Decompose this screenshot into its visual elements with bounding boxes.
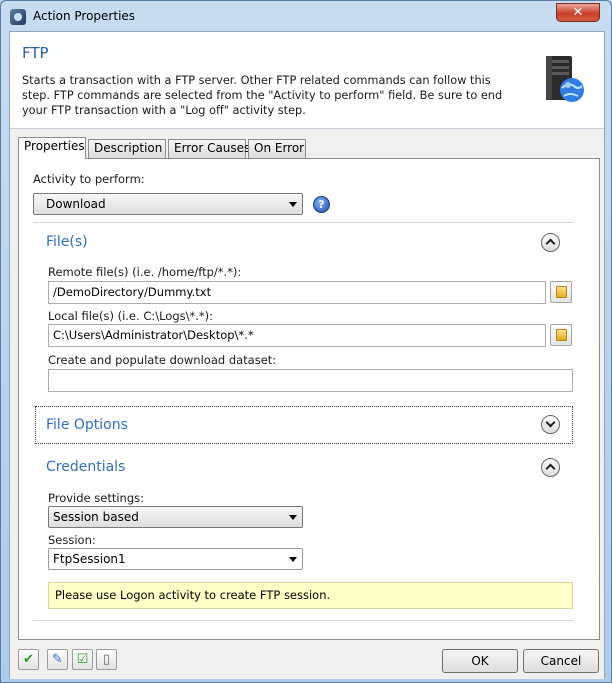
- folder-icon: [556, 329, 567, 341]
- remote-files-input[interactable]: /DemoDirectory/Dummy.txt: [48, 281, 546, 304]
- tab-error-causes[interactable]: Error Causes: [168, 139, 250, 158]
- tab-properties[interactable]: Properties: [18, 137, 86, 159]
- tab-description[interactable]: Description: [88, 139, 166, 158]
- provide-settings-dropdown[interactable]: Session based: [48, 506, 303, 528]
- remote-browse-button[interactable]: [550, 281, 572, 303]
- dataset-input[interactable]: [48, 369, 573, 392]
- check-icon[interactable]: ✔: [18, 649, 39, 670]
- provide-settings-value: Session based: [53, 510, 139, 524]
- file-options-section[interactable]: File Options: [35, 406, 573, 444]
- edit-icon[interactable]: ✎: [47, 649, 68, 670]
- dataset-label: Create and populate download dataset:: [48, 353, 277, 367]
- dialog-body: Properties Description Error Causes On E…: [10, 129, 604, 679]
- close-button[interactable]: ✕: [556, 3, 600, 22]
- properties-panel: Activity to perform: Download ? File(s) …: [18, 158, 600, 640]
- title-bar[interactable]: Action Properties ✕: [1, 1, 611, 31]
- chevron-down-icon: [289, 515, 297, 520]
- window-title: Action Properties: [33, 9, 136, 23]
- provide-settings-label: Provide settings:: [48, 491, 145, 505]
- activity-label: Activity to perform:: [33, 172, 145, 186]
- app-icon: [10, 9, 26, 25]
- folder-icon: [556, 286, 567, 298]
- action-properties-window: Action Properties ✕ FTP Starts a transac…: [0, 0, 612, 683]
- ftp-server-globe-icon: [546, 56, 584, 102]
- activity-dropdown[interactable]: Download: [33, 193, 303, 215]
- dialog-header: FTP Starts a transaction with a FTP serv…: [10, 32, 604, 128]
- session-label: Session:: [48, 533, 96, 547]
- activity-value: Download: [46, 197, 106, 211]
- files-collapse-button[interactable]: [541, 233, 560, 252]
- session-info-message: Please use Logon activity to create FTP …: [48, 582, 573, 609]
- ok-button[interactable]: OK: [442, 649, 518, 673]
- header-description: Starts a transaction with a FTP server. …: [22, 74, 503, 117]
- local-files-input[interactable]: C:\Users\Administrator\Desktop\*.*: [48, 324, 546, 347]
- page-icon[interactable]: ▯: [96, 649, 117, 670]
- session-dropdown[interactable]: FtpSession1: [48, 548, 303, 570]
- local-files-label: Local file(s) (i.e. C:\Logs\*.*):: [48, 309, 214, 323]
- chevron-down-icon: [545, 417, 556, 428]
- credentials-collapse-button[interactable]: [541, 458, 560, 477]
- tab-on-error[interactable]: On Error: [248, 139, 306, 158]
- chevron-down-icon: [289, 557, 297, 562]
- chevron-down-icon: [289, 202, 297, 207]
- local-browse-button[interactable]: [550, 324, 572, 346]
- session-value: FtpSession1: [53, 552, 126, 566]
- section-divider: [33, 222, 573, 223]
- verify-icon[interactable]: ☑: [72, 649, 93, 670]
- section-divider: [33, 620, 573, 621]
- chevron-up-icon: [545, 238, 556, 249]
- file-options-title[interactable]: File Options: [46, 417, 128, 433]
- header-title: FTP: [22, 44, 49, 62]
- files-section-title[interactable]: File(s): [46, 234, 88, 250]
- remote-files-label: Remote file(s) (i.e. /home/ftp/*.*):: [48, 265, 242, 279]
- help-icon[interactable]: ?: [313, 196, 330, 213]
- chevron-up-icon: [545, 463, 556, 474]
- file-options-expand-button[interactable]: [541, 415, 560, 434]
- cancel-button[interactable]: Cancel: [523, 649, 599, 673]
- credentials-section-title[interactable]: Credentials: [46, 459, 125, 475]
- dialog-client-area: FTP Starts a transaction with a FTP serv…: [9, 31, 605, 679]
